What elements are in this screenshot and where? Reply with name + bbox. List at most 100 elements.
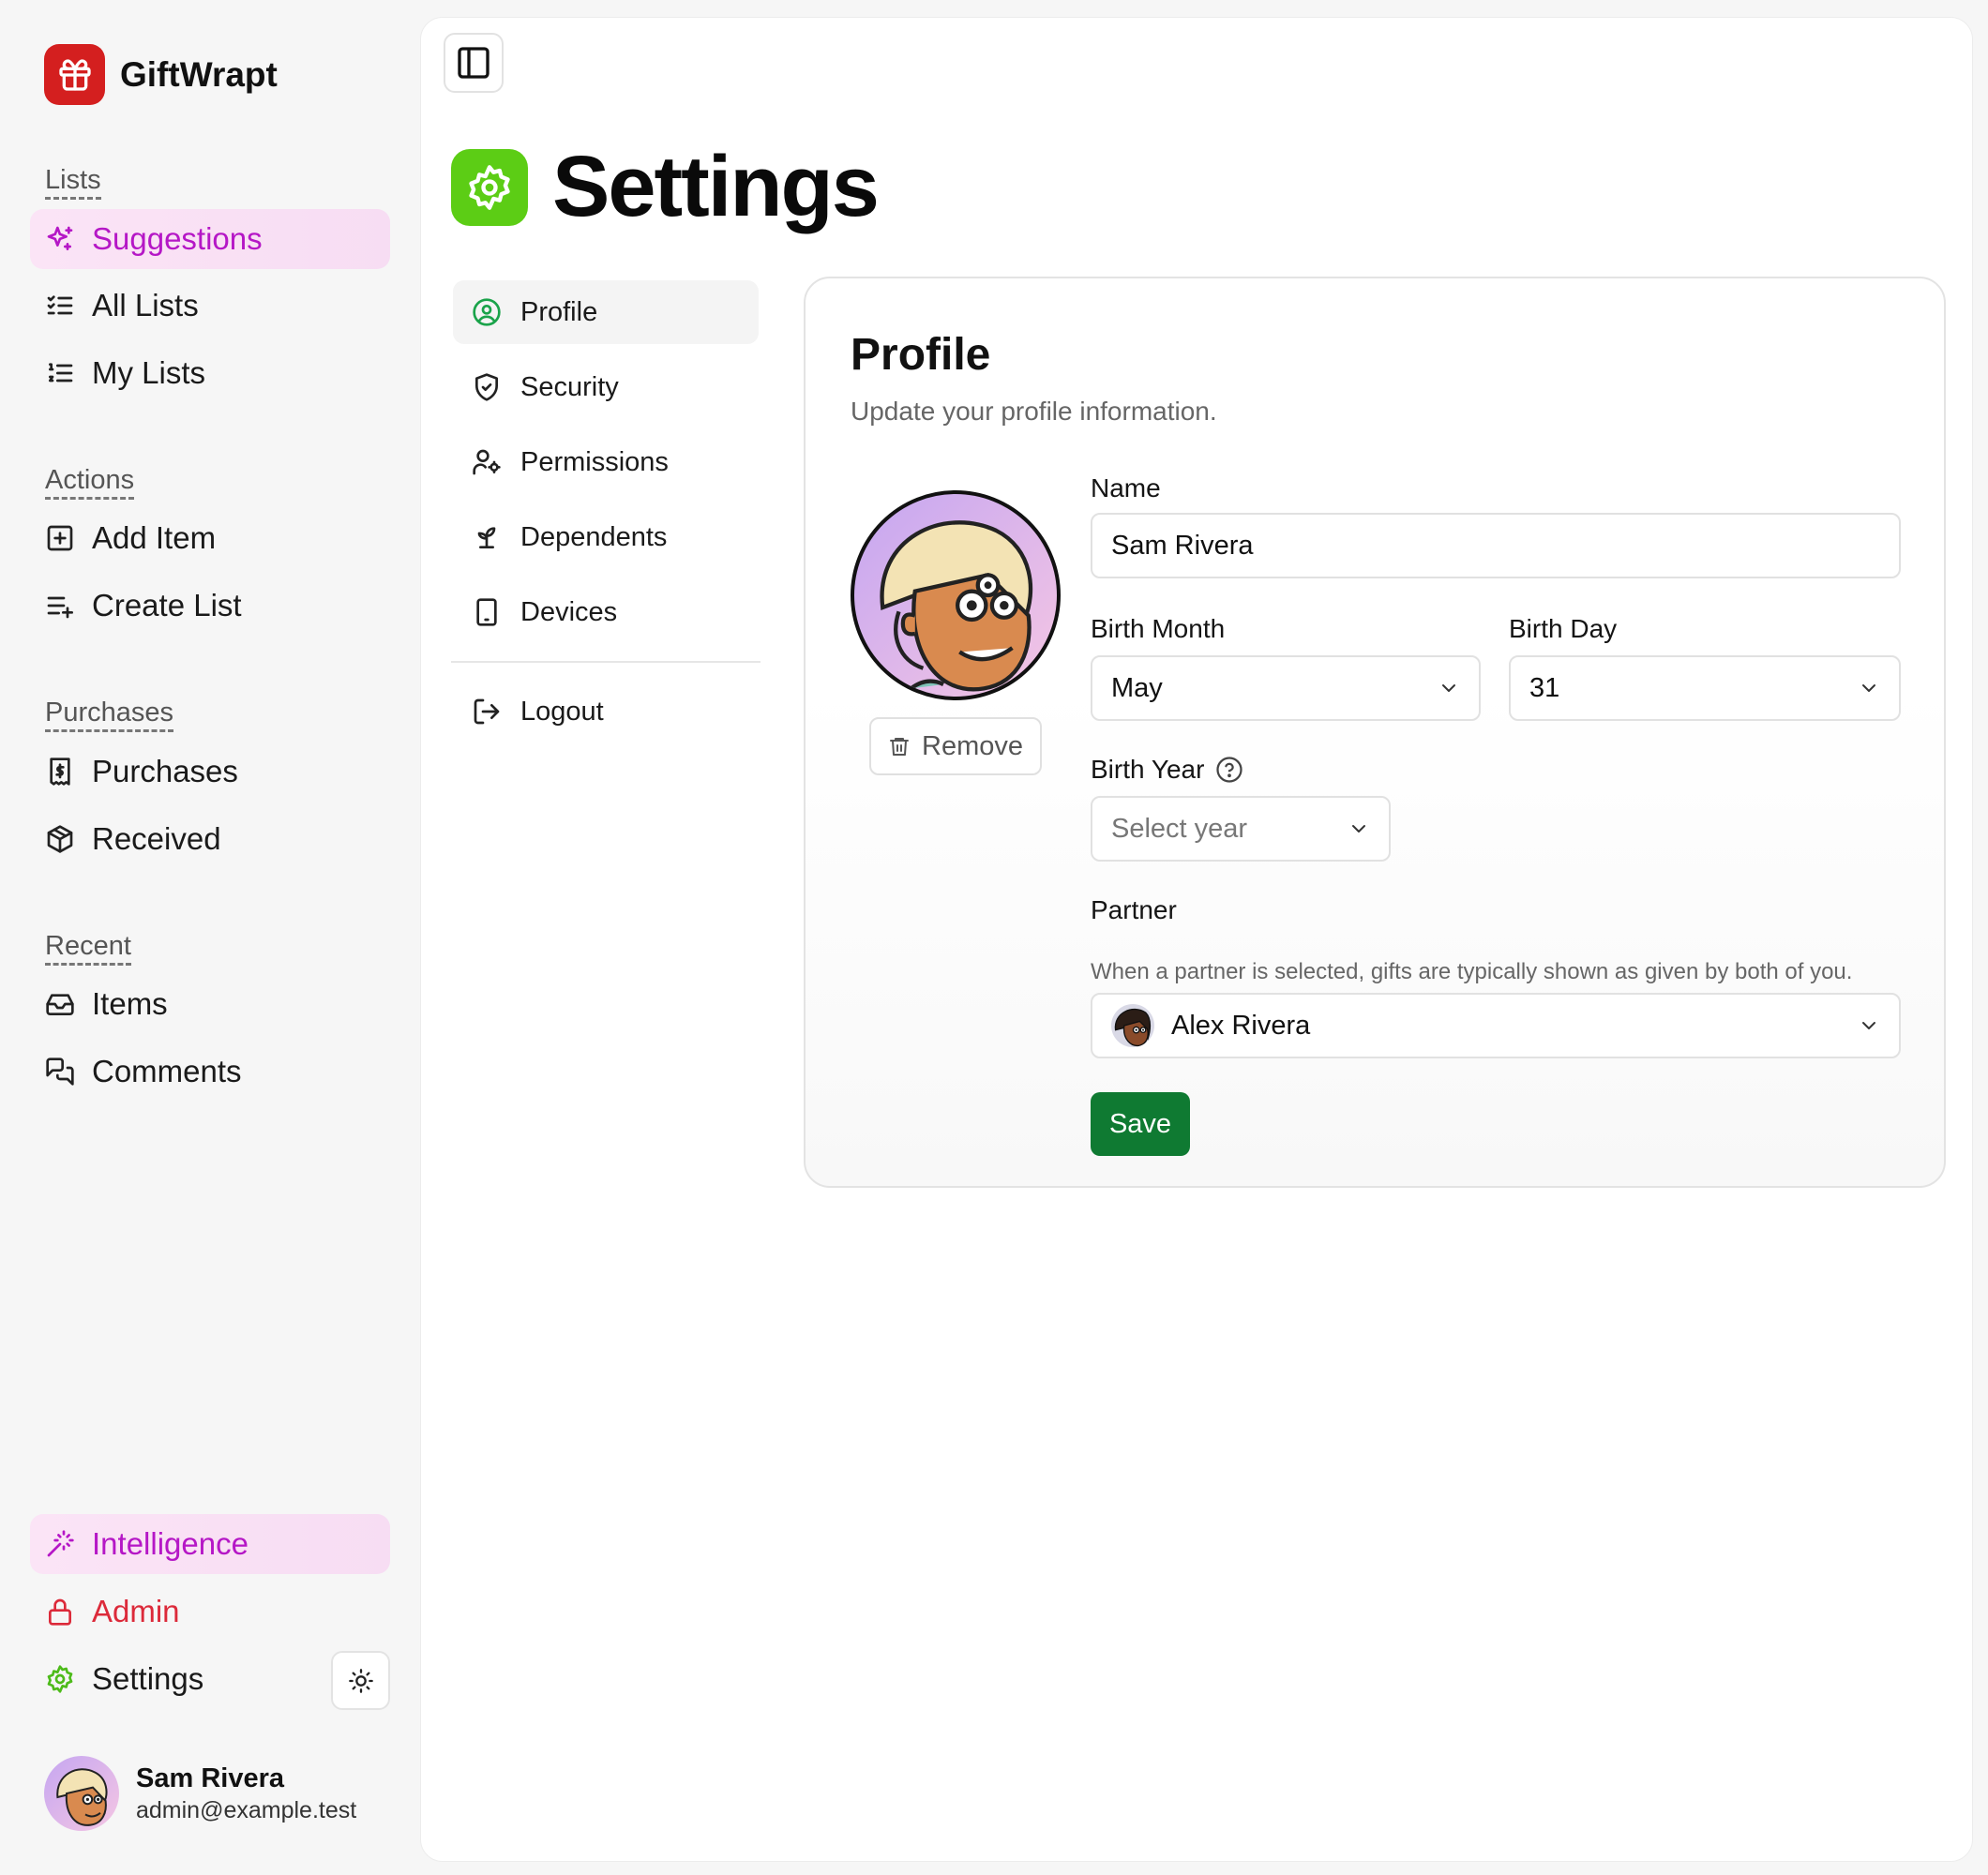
partner-avatar	[1111, 1004, 1154, 1047]
birth-month-select[interactable]: May	[1091, 655, 1481, 721]
partner-select[interactable]: Alex Rivera	[1091, 993, 1901, 1058]
section-label-recent: Recent	[45, 930, 131, 966]
trash-icon	[890, 738, 909, 756]
sidebar-item-label: My Lists	[92, 355, 206, 390]
subnav-item-security[interactable]: Security	[453, 355, 759, 419]
list-plus-icon	[47, 596, 73, 619]
sidebar-item-purchases[interactable]: Purchases	[30, 742, 390, 802]
sidebar-item-admin[interactable]: Admin	[30, 1582, 390, 1642]
name-input-value: Sam Rivera	[1111, 530, 1254, 561]
birth-month-label-text: Birth Month	[1091, 614, 1226, 643]
sidebar-item-settings[interactable]: Settings	[30, 1649, 311, 1709]
subnav-item-dependents[interactable]: Dependents	[453, 505, 759, 569]
sidebar-item-my-lists[interactable]: My Lists	[30, 343, 390, 403]
user-cog-icon	[473, 449, 501, 475]
sidebar-item-label: All Lists	[92, 288, 199, 322]
page-header: Settings	[451, 138, 880, 236]
card-subtitle: Update your profile information.	[851, 397, 1217, 426]
subnav-item-profile[interactable]: Profile	[453, 280, 759, 344]
chevron-down-icon	[1862, 684, 1875, 692]
sidebar-item-label: Intelligence	[92, 1526, 248, 1561]
package-icon	[47, 825, 73, 853]
user-circle-icon	[473, 298, 501, 326]
birth-year-select[interactable]: Select year	[1091, 796, 1391, 862]
birth-day-select[interactable]: 31	[1509, 655, 1901, 721]
logout-icon	[474, 698, 500, 725]
section-label-purchases: Purchases	[45, 697, 174, 732]
gear-icon	[47, 1665, 73, 1693]
sidebar-item-label: Items	[92, 986, 168, 1021]
theme-toggle-button[interactable]	[331, 1651, 390, 1710]
inbox-icon	[46, 994, 74, 1015]
section-label-lists: Lists	[45, 164, 101, 200]
partner-hint: When a partner is selected, gifts are ty…	[1091, 959, 1853, 984]
birth-day-label-text: Birth Day	[1509, 614, 1618, 643]
remove-avatar-button[interactable]: Remove	[869, 717, 1042, 775]
user-email: admin@example.test	[136, 1797, 357, 1823]
gear-icon	[451, 148, 528, 226]
brand[interactable]: GiftWrapt	[44, 44, 278, 105]
subnav-item-permissions[interactable]: Permissions	[453, 430, 759, 494]
tablet-icon	[476, 598, 497, 626]
sidebar-item-received[interactable]: Received	[30, 809, 390, 869]
sidebar-toggle-button[interactable]	[444, 33, 504, 93]
name-input[interactable]: Sam Rivera	[1091, 513, 1901, 578]
shield-icon	[475, 373, 498, 401]
birth-year-label-text: Birth Year	[1091, 755, 1205, 784]
birth-month-value: May	[1111, 672, 1163, 703]
messages-icon	[46, 1058, 74, 1086]
sidebar-item-suggestions[interactable]: Suggestions	[30, 209, 390, 269]
square-plus-icon	[47, 525, 73, 551]
chevron-down-icon	[1862, 1022, 1875, 1029]
subnav-item-label: Security	[520, 371, 619, 402]
sidebar-item-comments[interactable]: Comments	[30, 1042, 390, 1102]
profile-avatar[interactable]	[851, 490, 1061, 700]
birth-year-label: Birth Year	[1091, 755, 1243, 785]
partner-label-text: Partner	[1091, 895, 1177, 924]
sidebar-item-add-item[interactable]: Add Item	[30, 508, 390, 568]
save-button[interactable]: Save	[1091, 1092, 1190, 1156]
sun-icon	[348, 1668, 373, 1693]
panel-left-icon	[458, 47, 489, 79]
name-label-text: Name	[1091, 473, 1161, 502]
sidebar-item-label: Received	[92, 821, 221, 856]
sidebar-item-label: Suggestions	[92, 221, 263, 256]
help-circle-icon[interactable]	[1215, 756, 1243, 784]
subnav-item-devices[interactable]: Devices	[453, 580, 759, 644]
list-ordered-icon	[49, 363, 73, 382]
sidebar-item-label: Settings	[92, 1661, 204, 1696]
sidebar-item-create-list[interactable]: Create List	[30, 576, 390, 636]
avatar	[44, 1756, 119, 1831]
sparkles-icon	[47, 226, 73, 250]
main-panel: Settings Profile Security Permissions De…	[420, 17, 1973, 1862]
card-title: Profile	[851, 330, 991, 380]
user-card[interactable]: Sam Rivera admin@example.test	[44, 1756, 356, 1831]
page-title: Settings	[552, 139, 880, 234]
chevron-down-icon	[1352, 825, 1365, 832]
name-label: Name	[1091, 473, 1161, 503]
subnav-item-label: Dependents	[520, 521, 668, 552]
sidebar-item-label: Create List	[92, 588, 242, 622]
subnav-item-label: Devices	[520, 596, 618, 627]
remove-avatar-label: Remove	[922, 730, 1023, 761]
sidebar: GiftWrapt Lists Suggestions All Lists My…	[0, 0, 418, 1875]
logout-button[interactable]: Logout	[453, 680, 759, 743]
user-name: Sam Rivera	[136, 1763, 284, 1793]
brand-name: GiftWrapt	[120, 54, 278, 94]
sidebar-item-label: Add Item	[92, 520, 217, 555]
lock-icon	[49, 1598, 71, 1626]
sidebar-item-label: Admin	[92, 1594, 180, 1628]
sidebar-item-items[interactable]: Items	[30, 974, 390, 1034]
birth-year-placeholder: Select year	[1111, 813, 1248, 844]
profile-card: Profile Update your profile information.…	[804, 277, 1946, 1188]
partner-label: Partner	[1091, 895, 1177, 925]
wand-icon	[47, 1530, 74, 1557]
sidebar-item-all-lists[interactable]: All Lists	[30, 276, 390, 336]
receipt-icon	[50, 758, 70, 786]
subnav-divider	[451, 661, 761, 663]
sidebar-item-intelligence[interactable]: Intelligence	[30, 1514, 390, 1574]
section-label-actions: Actions	[45, 464, 135, 500]
logout-label: Logout	[520, 696, 604, 727]
chevron-down-icon	[1442, 684, 1455, 692]
list-checks-icon	[47, 295, 73, 315]
